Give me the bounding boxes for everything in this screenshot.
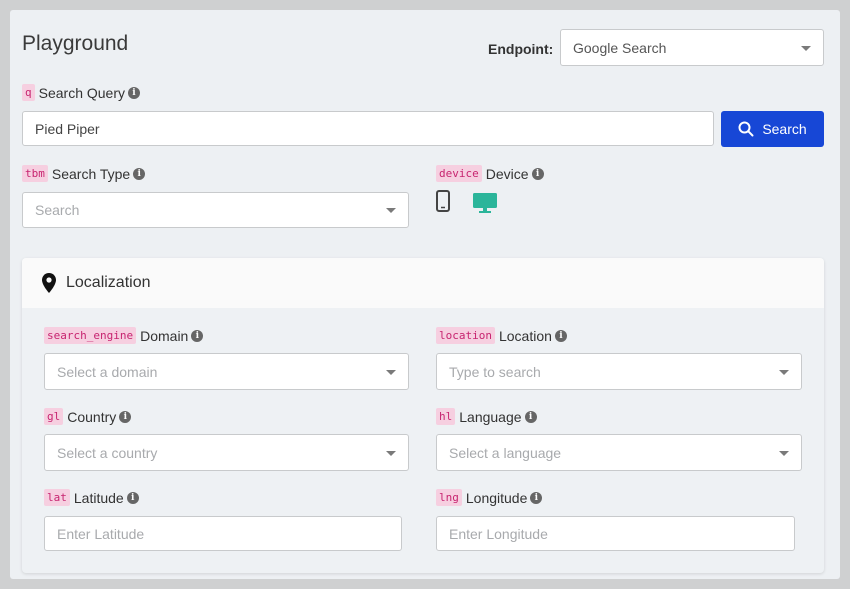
search-icon [738, 121, 754, 137]
language-select[interactable]: Select a language [436, 434, 802, 471]
info-icon[interactable]: i [133, 167, 146, 180]
language-placeholder: Select a language [449, 444, 562, 461]
label-text: Language [459, 408, 522, 425]
latitude-input[interactable]: Enter Latitude [44, 516, 402, 551]
endpoint-value: Google Search [573, 39, 667, 56]
mobile-icon [436, 190, 450, 212]
param-code: search_engine [44, 327, 137, 344]
param-code: q [22, 84, 35, 101]
longitude-placeholder: Enter Longitude [449, 525, 548, 542]
language-label: hl Language i [436, 408, 537, 425]
param-code: lat [44, 489, 70, 506]
label-text: Longitude [465, 489, 528, 506]
label-text: Location [498, 327, 552, 344]
param-code: device [436, 165, 482, 182]
country-select[interactable]: Select a country [44, 434, 409, 471]
info-icon[interactable]: i [531, 167, 544, 180]
info-icon[interactable]: i [128, 86, 140, 99]
location-select[interactable]: Type to search [436, 353, 802, 390]
search-type-label: tbm Search Type i [22, 165, 146, 182]
domain-placeholder: Select a domain [57, 363, 158, 380]
info-icon[interactable]: i [524, 410, 537, 423]
domain-label: search_engine Domain i [44, 327, 204, 344]
info-icon[interactable]: i [554, 329, 567, 342]
param-code: tbm [22, 165, 48, 182]
label-text: Search Query [38, 84, 125, 101]
playground-panel: Playground Endpoint: Google Search q Sea… [10, 10, 840, 579]
info-icon[interactable]: i [119, 410, 132, 423]
longitude-input[interactable]: Enter Longitude [436, 516, 795, 551]
search-button-label: Search [762, 121, 807, 137]
search-query-value: Pied Piper [35, 120, 100, 137]
country-placeholder: Select a country [57, 444, 158, 461]
chevron-down-icon [779, 369, 789, 375]
desktop-icon [473, 193, 497, 213]
endpoint-select[interactable]: Google Search [560, 29, 824, 66]
label-text: Search Type [51, 165, 131, 182]
location-placeholder: Type to search [449, 363, 541, 380]
label-text: Country [67, 408, 117, 425]
param-code: lng [436, 489, 462, 506]
location-label: location Location i [436, 327, 567, 344]
chevron-down-icon [386, 369, 396, 375]
localization-section: Localization search_engine Domain i Sele… [22, 258, 824, 573]
search-query-input[interactable]: Pied Piper [22, 111, 714, 146]
chevron-down-icon [386, 208, 396, 213]
chevron-down-icon [779, 450, 789, 456]
domain-select[interactable]: Select a domain [44, 353, 409, 390]
localization-title: Localization [66, 274, 151, 291]
country-label: gl Country i [44, 408, 132, 425]
param-code: gl [44, 408, 64, 425]
param-code: location [436, 327, 495, 344]
latitude-label: lat Latitude i [44, 489, 139, 506]
search-button[interactable]: Search [721, 111, 824, 147]
info-icon[interactable]: i [530, 491, 543, 504]
search-query-label: q Search Query i [22, 84, 140, 101]
device-label: device Device i [436, 165, 544, 182]
label-text: Device [485, 165, 529, 182]
info-icon[interactable]: i [126, 491, 139, 504]
label-text: Latitude [73, 489, 124, 506]
info-icon[interactable]: i [191, 329, 204, 342]
localization-header: Localization [22, 258, 824, 308]
longitude-label: lng Longitude i [436, 489, 543, 506]
device-mobile-option[interactable] [436, 190, 450, 217]
map-pin-icon [42, 273, 56, 293]
page-title: Playground [22, 32, 129, 55]
search-type-placeholder: Search [35, 202, 80, 218]
search-type-select[interactable]: Search [22, 192, 409, 228]
param-code: hl [436, 408, 456, 425]
chevron-down-icon [386, 450, 396, 456]
chevron-down-icon [801, 45, 811, 51]
endpoint-label: Endpoint: [488, 41, 554, 57]
device-desktop-option[interactable] [472, 192, 498, 219]
label-text: Domain [140, 327, 189, 344]
latitude-placeholder: Enter Latitude [57, 525, 145, 542]
